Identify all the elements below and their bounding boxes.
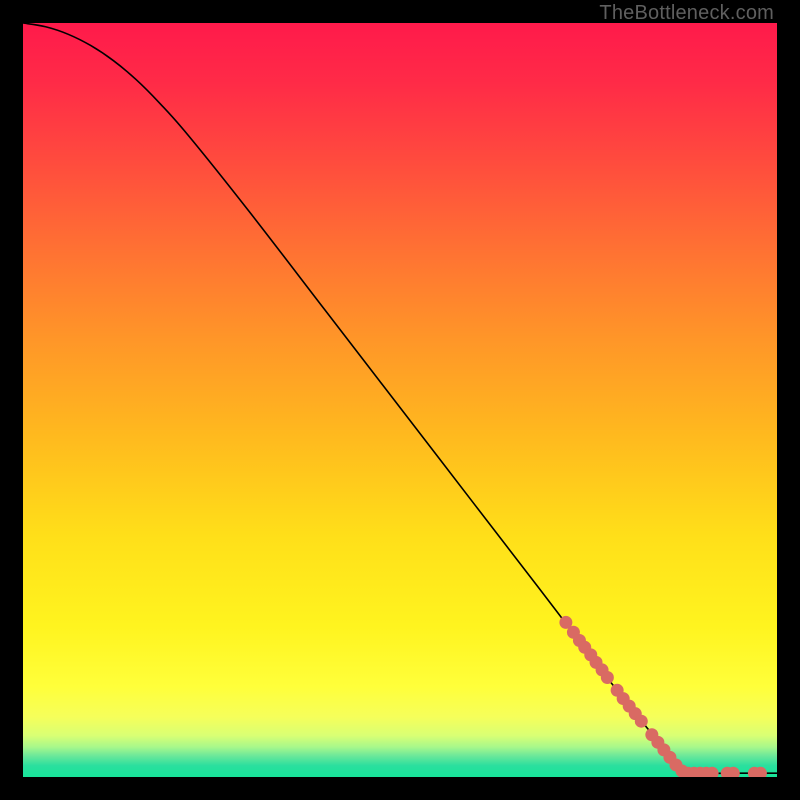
chart-svg: [23, 23, 777, 777]
watermark-text: TheBottleneck.com: [599, 2, 774, 25]
data-dot: [601, 671, 614, 684]
chart-frame: [23, 23, 777, 777]
data-dot: [635, 715, 648, 728]
gradient-background: [23, 23, 777, 777]
